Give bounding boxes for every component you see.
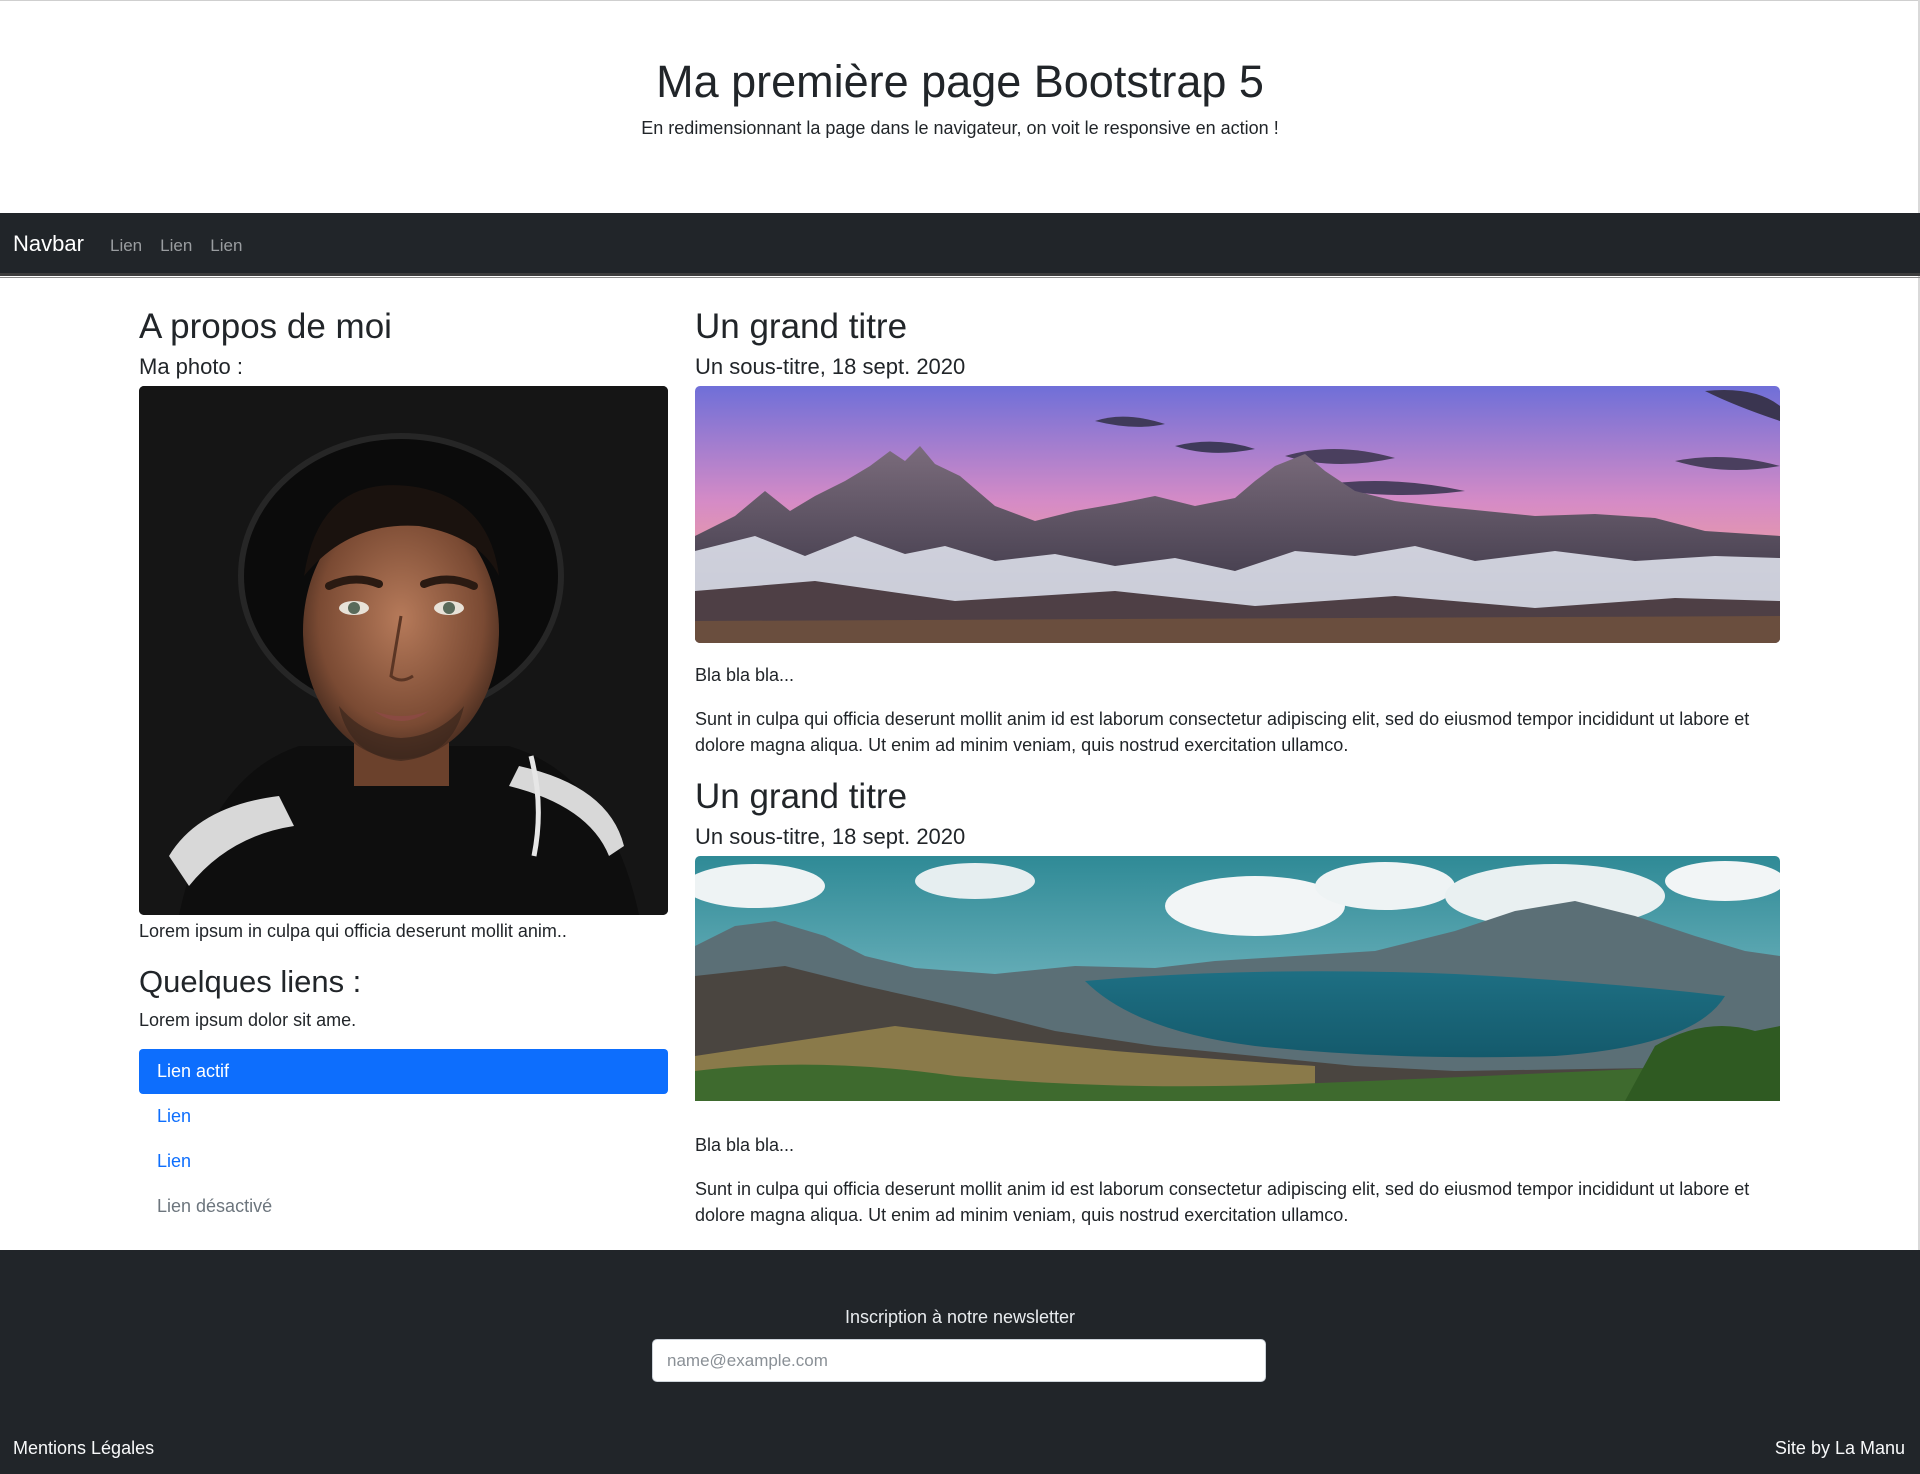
article-body: Sunt in culpa qui officia deserunt molli… bbox=[695, 709, 1750, 755]
article-title: Un grand titre bbox=[695, 777, 908, 816]
navbar-brand[interactable]: Navbar bbox=[13, 231, 84, 257]
article-subtitle: Un sous-titre, 18 sept. 2020 bbox=[695, 824, 966, 849]
page-subtitle: En redimensionnant la page dans le navig… bbox=[641, 118, 1279, 138]
newsletter-email-input[interactable] bbox=[652, 1339, 1266, 1382]
article-short: Bla bla bla... bbox=[695, 1135, 795, 1155]
newsletter-label: Inscription à notre newsletter bbox=[844, 1307, 1076, 1327]
lake-valley-image bbox=[695, 856, 1780, 1113]
about-title: A propos de moi bbox=[139, 307, 392, 346]
sidebar-link-list: Lien actif Lien Lien Lien désactivé bbox=[139, 1049, 668, 1229]
photo-caption: Lorem ipsum in culpa qui officia deserun… bbox=[139, 921, 567, 941]
page-title: Ma première page Bootstrap 5 bbox=[656, 56, 1264, 107]
links-intro: Lorem ipsum dolor sit ame. bbox=[139, 1010, 357, 1030]
navbar-links: Lien Lien Lien bbox=[110, 236, 242, 256]
page-header: Ma première page Bootstrap 5 En redimens… bbox=[0, 0, 1920, 213]
top-navbar: Navbar Lien Lien Lien bbox=[0, 213, 1920, 276]
mountain-sunset-image bbox=[695, 386, 1780, 643]
page-footer: Inscription à notre newsletter Mentions … bbox=[0, 1250, 1920, 1474]
link-item[interactable]: Lien bbox=[139, 1139, 668, 1184]
legal-notice-link[interactable]: Mentions Légales bbox=[13, 1438, 154, 1459]
about-sidebar: A propos de moi Ma photo : Lorem ipsum i… bbox=[139, 306, 668, 1229]
article-card: Un grand titre Un sous-titre, 18 sept. 2… bbox=[695, 306, 1780, 758]
navbar-link-2[interactable]: Lien bbox=[160, 236, 192, 256]
site-credit: Site by La Manu bbox=[1774, 1438, 1905, 1458]
photo-label: Ma photo : bbox=[139, 354, 243, 379]
navbar-link-1[interactable]: Lien bbox=[110, 236, 142, 256]
article-body: Sunt in culpa qui officia deserunt molli… bbox=[695, 1179, 1750, 1225]
link-item[interactable]: Lien bbox=[139, 1094, 668, 1139]
link-disabled: Lien désactivé bbox=[157, 1196, 273, 1216]
article-card: Un grand titre Un sous-titre, 18 sept. 2… bbox=[695, 776, 1780, 1228]
link-active[interactable]: Lien actif bbox=[139, 1049, 668, 1094]
navbar-link-3[interactable]: Lien bbox=[210, 236, 242, 256]
main-content: Un grand titre Un sous-titre, 18 sept. 2… bbox=[695, 306, 1780, 1228]
links-title: Quelques liens : bbox=[139, 964, 362, 999]
profile-photo bbox=[139, 386, 668, 915]
navbar-divider bbox=[0, 277, 1920, 278]
article-title: Un grand titre bbox=[695, 307, 908, 346]
article-subtitle: Un sous-titre, 18 sept. 2020 bbox=[695, 354, 966, 379]
article-short: Bla bla bla... bbox=[695, 665, 795, 685]
